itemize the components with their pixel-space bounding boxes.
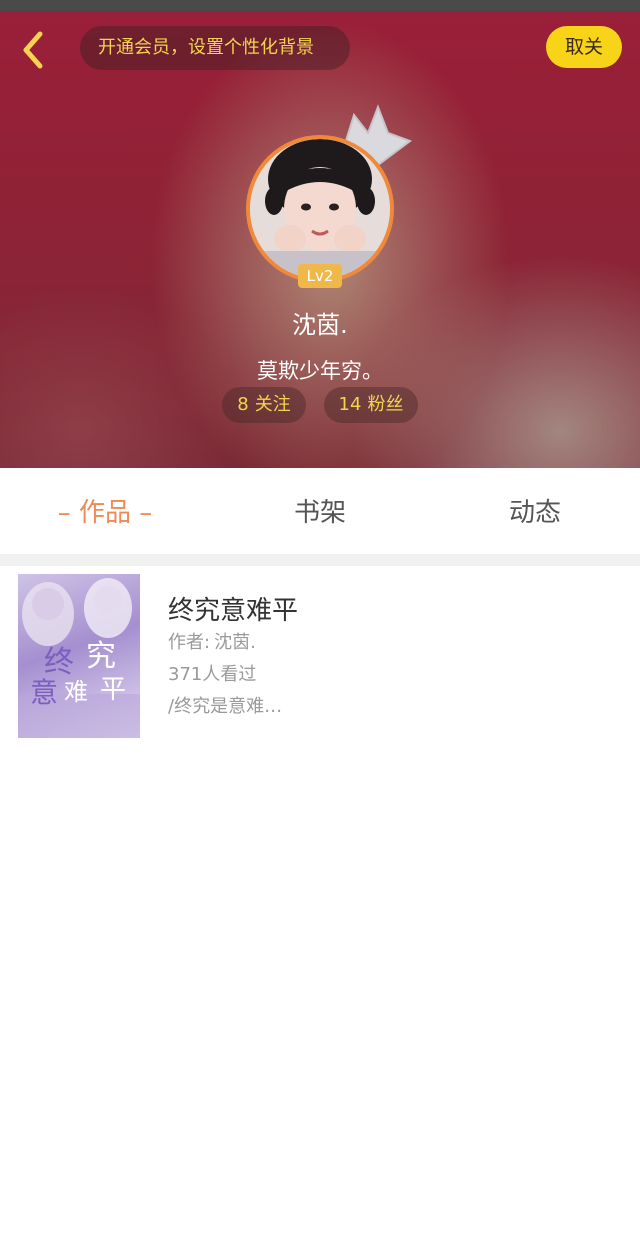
author-label: 作者: [168, 632, 211, 653]
username: 沈茵. [292, 311, 348, 339]
back-button[interactable] [10, 27, 56, 73]
avatar[interactable] [246, 135, 394, 283]
status-bar [0, 0, 640, 11]
cover-char-2: 究 [86, 639, 116, 674]
book-author: 作者: 沈茵. [168, 628, 256, 654]
avatar-portrait [250, 139, 390, 279]
fans-label: 粉丝 [367, 394, 404, 415]
signature: 莫欺少年穷。 [257, 359, 383, 383]
chevron-left-icon [23, 31, 43, 69]
avatar-container[interactable] [246, 135, 396, 285]
section-divider [0, 554, 640, 566]
profile-header: 开通会员，设置个性化背景 取关 Lv2 沈茵. 莫欺少年穷。 8 关注 14 粉… [0, 11, 640, 468]
list-item[interactable]: 终 究 意 难 平 终究意难平 作者: 沈茵. 371人看过 /终究是意难… [8, 566, 630, 746]
tab-feed[interactable]: 动态 [460, 468, 610, 554]
book-description: /终究是意难… [168, 696, 283, 717]
following-label: 关注 [254, 394, 291, 415]
book-title: 终究意难平 [168, 596, 299, 626]
cover-char-3: 意 [30, 676, 58, 709]
following-count: 8 [237, 394, 249, 415]
fans-button[interactable]: 14 粉丝 [324, 387, 418, 423]
cover-char-5: 平 [100, 675, 126, 705]
book-cover[interactable]: 终 究 意 难 平 [18, 574, 140, 738]
cover-char-1: 终 [44, 645, 74, 680]
profile-tabs: – 作品 – 书架 动态 [0, 468, 640, 554]
fans-count: 14 [338, 394, 362, 415]
following-button[interactable]: 8 关注 [222, 387, 306, 423]
level-badge: Lv2 [298, 264, 342, 288]
author-name: 沈茵. [214, 632, 256, 653]
vip-banner[interactable]: 开通会员，设置个性化背景 [80, 26, 350, 70]
cover-char-4: 难 [64, 678, 88, 706]
book-read-count: 371人看过 [168, 664, 257, 685]
book-cover-art: 终 究 意 难 平 [18, 578, 140, 738]
tab-works[interactable]: – 作品 – [30, 468, 180, 554]
tab-bookshelf[interactable]: 书架 [245, 468, 395, 554]
unfollow-button[interactable]: 取关 [546, 26, 622, 68]
